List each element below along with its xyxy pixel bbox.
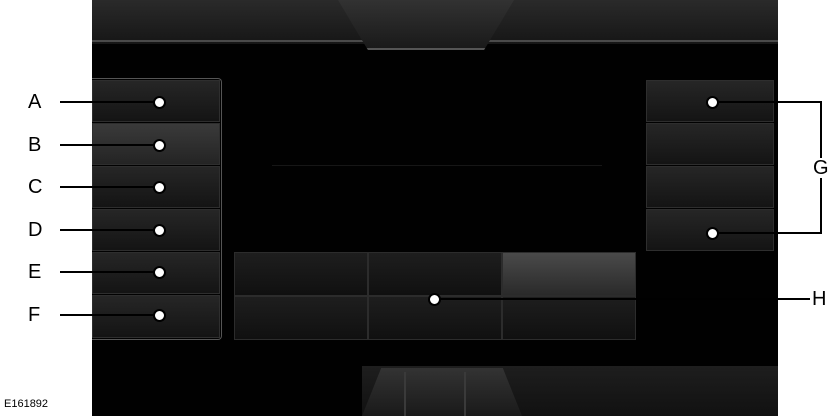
callout-dot-b <box>153 139 166 152</box>
bottom-notch <box>362 368 522 416</box>
callout-label-f: F <box>28 304 41 326</box>
top-notch <box>338 0 514 50</box>
callout-label-d: D <box>28 219 43 241</box>
figure-code: E161892 <box>4 398 49 410</box>
leader-line-a <box>60 101 158 103</box>
callout-dot-c <box>153 181 166 194</box>
callout-dot-g-bottom <box>706 227 719 240</box>
bottom-divider <box>404 372 406 416</box>
leader-line-e <box>60 271 158 273</box>
right-button-3[interactable] <box>646 166 774 208</box>
center-line <box>272 165 602 166</box>
callout-dot-h <box>428 293 441 306</box>
grid-cell[interactable] <box>368 252 502 296</box>
leader-line-f <box>60 314 158 316</box>
callout-dot-g-top <box>706 96 719 109</box>
callout-label-e: E <box>28 261 42 283</box>
leader-line-g-bottom <box>712 232 822 234</box>
bottom-divider <box>464 372 466 416</box>
callout-dot-e <box>153 266 166 279</box>
callout-dot-f <box>153 309 166 322</box>
callout-label-a: A <box>28 91 42 113</box>
callout-label-h: H <box>812 288 827 310</box>
grid-cell[interactable] <box>502 252 636 296</box>
grid-cell[interactable] <box>234 252 368 296</box>
callout-dot-d <box>153 224 166 237</box>
leader-line-h <box>434 298 810 300</box>
leader-line-c <box>60 186 158 188</box>
leader-line-g-top <box>712 101 822 103</box>
right-button-2[interactable] <box>646 123 774 165</box>
leader-line-d <box>60 229 158 231</box>
callout-label-b: B <box>28 134 42 156</box>
grid-cell[interactable] <box>502 296 636 340</box>
callout-dot-a <box>153 96 166 109</box>
callout-label-c: C <box>28 176 43 198</box>
leader-line-b <box>60 144 158 146</box>
callout-label-g: G <box>812 157 830 179</box>
grid-cell[interactable] <box>234 296 368 340</box>
